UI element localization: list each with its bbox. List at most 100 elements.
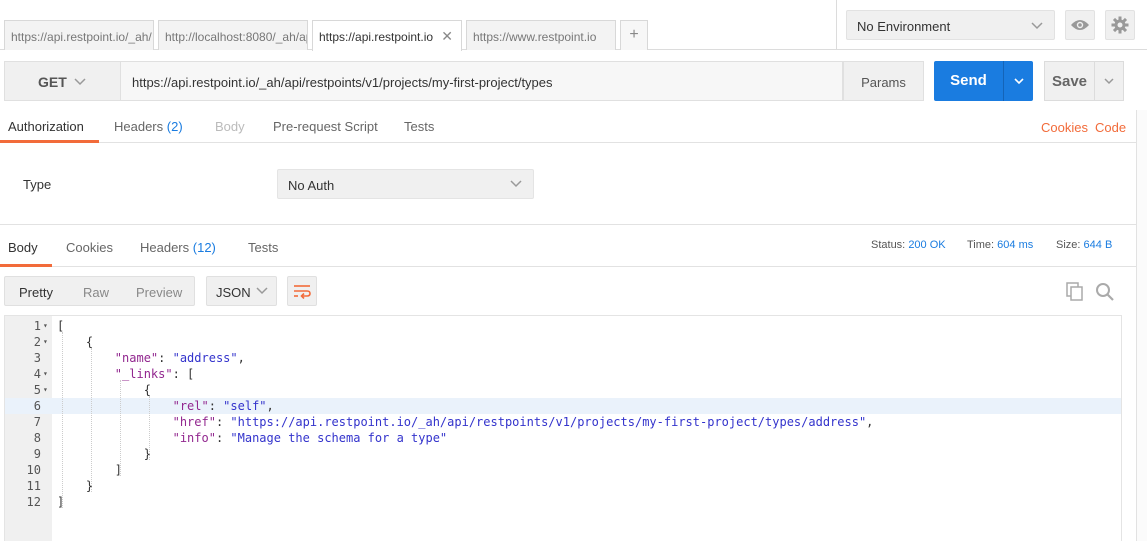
gear-icon [1111, 16, 1129, 34]
code-line: 9 } [5, 446, 1121, 462]
json-key: "href" [172, 415, 216, 429]
chevron-down-icon [256, 287, 268, 295]
line-number: 10 [26, 463, 41, 477]
code-line: 3 "name": "address", [5, 350, 1121, 366]
fold-toggle-icon[interactable]: ▾ [43, 382, 48, 398]
window-scrollbar[interactable] [1136, 110, 1147, 541]
request-tab-1[interactable]: https://api.restpoint.io/_ah/ [4, 20, 154, 50]
tab-body[interactable]: Body [215, 119, 245, 134]
wrap-lines-button[interactable] [287, 276, 317, 306]
code-line: 7 "href": "https://api.restpoint.io/_ah/… [5, 414, 1121, 430]
size-label: Size: [1056, 239, 1081, 251]
tab-headers-label: Headers [140, 240, 190, 255]
auth-type-select[interactable]: No Auth [277, 169, 534, 199]
authorization-panel: Type No Auth [0, 143, 1147, 225]
request-tab-3-active[interactable]: https://api.restpoint.io ✕ [312, 20, 462, 51]
tab-response-body[interactable]: Body [8, 240, 38, 255]
code-line: 4 ▾ "_links": [ [5, 366, 1121, 382]
eye-icon [1071, 20, 1089, 30]
tab-response-tests[interactable]: Tests [248, 240, 278, 255]
chevron-down-icon [510, 180, 522, 188]
tab-label: http://localhost:8080/_ah/ap [165, 30, 308, 44]
params-button[interactable]: Params [843, 61, 924, 101]
tab-response-cookies[interactable]: Cookies [66, 240, 113, 255]
save-button[interactable]: Save [1044, 61, 1095, 101]
request-tabs: Authorization Headers (2) Body Pre-reque… [0, 112, 1147, 143]
tab-headers[interactable]: Headers (2) [114, 119, 183, 134]
view-mode-preview[interactable]: Preview [136, 285, 182, 300]
size-value: 644 B [1083, 239, 1113, 251]
url-input[interactable]: https://api.restpoint.io/_ah/api/restpoi… [120, 61, 843, 101]
code-text: "name": "address", [114, 351, 245, 365]
environment-quicklook-button[interactable] [1065, 10, 1095, 40]
method-select[interactable]: GET [4, 61, 120, 101]
json-key: "_links" [114, 367, 173, 381]
json-key: "name" [114, 351, 159, 365]
add-tab-button[interactable]: + [620, 20, 648, 50]
code-line: 10 ] [5, 462, 1121, 478]
chevron-down-icon [74, 78, 86, 86]
code-line: 5 ▾ { [5, 382, 1121, 398]
json-string-value: "self" [223, 399, 267, 413]
json-string-value: "address" [172, 351, 238, 365]
view-mode-pretty[interactable]: Pretty [19, 285, 53, 300]
tab-tests[interactable]: Tests [404, 119, 434, 134]
indent-guide [62, 332, 63, 508]
code-text: "_links": [ [114, 367, 195, 381]
line-number: 1 [33, 319, 41, 333]
code-text: "info": "Manage the schema for a type" [172, 431, 448, 445]
wrap-lines-icon [294, 285, 311, 299]
cookies-link[interactable]: Cookies [1041, 120, 1088, 135]
tab-headers-label: Headers [114, 119, 164, 134]
line-number: 6 [33, 399, 41, 413]
line-number: 4 [33, 367, 41, 381]
format-value: JSON [216, 285, 251, 300]
code-link[interactable]: Code [1095, 120, 1126, 135]
send-options-button[interactable] [1003, 61, 1033, 101]
search-icon[interactable] [1095, 282, 1115, 302]
format-select[interactable]: JSON [206, 276, 277, 306]
status-label: Status: [871, 239, 906, 251]
request-url-bar: GET https://api.restpoint.io/_ah/api/res… [0, 50, 1147, 112]
code-text: ] [57, 495, 65, 509]
tab-label: https://www.restpoint.io [473, 30, 597, 44]
code-line: 6 "rel": "self", [5, 398, 1121, 414]
view-mode-raw[interactable]: Raw [83, 285, 109, 300]
tab-label: https://api.restpoint.io/_ah/ [11, 30, 152, 44]
tab-response-headers[interactable]: Headers (12) [140, 240, 216, 255]
time-readout: Time: 604 ms [967, 239, 1033, 251]
fold-toggle-icon[interactable]: ▾ [43, 366, 48, 382]
settings-button[interactable] [1105, 10, 1135, 40]
fold-toggle-icon[interactable]: ▾ [43, 334, 48, 350]
json-string-value: "Manage the schema for a type" [230, 431, 448, 445]
line-number: 9 [33, 447, 41, 461]
save-options-button[interactable] [1094, 61, 1124, 101]
line-number: 2 [33, 335, 41, 349]
indent-guide [120, 380, 121, 476]
send-button[interactable]: Send [934, 61, 1003, 101]
json-string-value: "https://api.restpoint.io/_ah/api/restpo… [230, 415, 867, 429]
environment-select[interactable]: No Environment [846, 10, 1055, 40]
response-body-editor[interactable]: 1 ▾[2 ▾ {3 "name": "address", 4 ▾ "_links": … [4, 315, 1122, 541]
code-text: "href": "https://api.restpoint.io/_ah/ap… [172, 415, 874, 429]
copy-icon[interactable] [1066, 282, 1084, 302]
divider [836, 0, 837, 50]
size-readout: Size: 644 B [1056, 239, 1112, 251]
method-value: GET [38, 74, 67, 90]
tab-authorization[interactable]: Authorization [8, 119, 84, 134]
request-tab-4[interactable]: https://www.restpoint.io [466, 20, 616, 50]
line-number: 8 [33, 431, 41, 445]
line-number: 11 [26, 479, 41, 493]
line-number: 7 [33, 415, 41, 429]
indent-guide [149, 396, 150, 460]
tab-prerequest-script[interactable]: Pre-request Script [273, 119, 378, 134]
code-text: { [57, 383, 151, 397]
close-icon[interactable]: ✕ [441, 28, 453, 45]
fold-toggle-icon[interactable]: ▾ [43, 318, 48, 334]
headers-count: (2) [166, 119, 183, 134]
view-mode-segmented: Pretty Raw Preview [4, 276, 195, 306]
time-value: 604 ms [997, 239, 1034, 251]
line-number: 5 [33, 383, 41, 397]
request-tab-2[interactable]: http://localhost:8080/_ah/ap [158, 20, 308, 50]
json-key: "info" [172, 431, 216, 445]
